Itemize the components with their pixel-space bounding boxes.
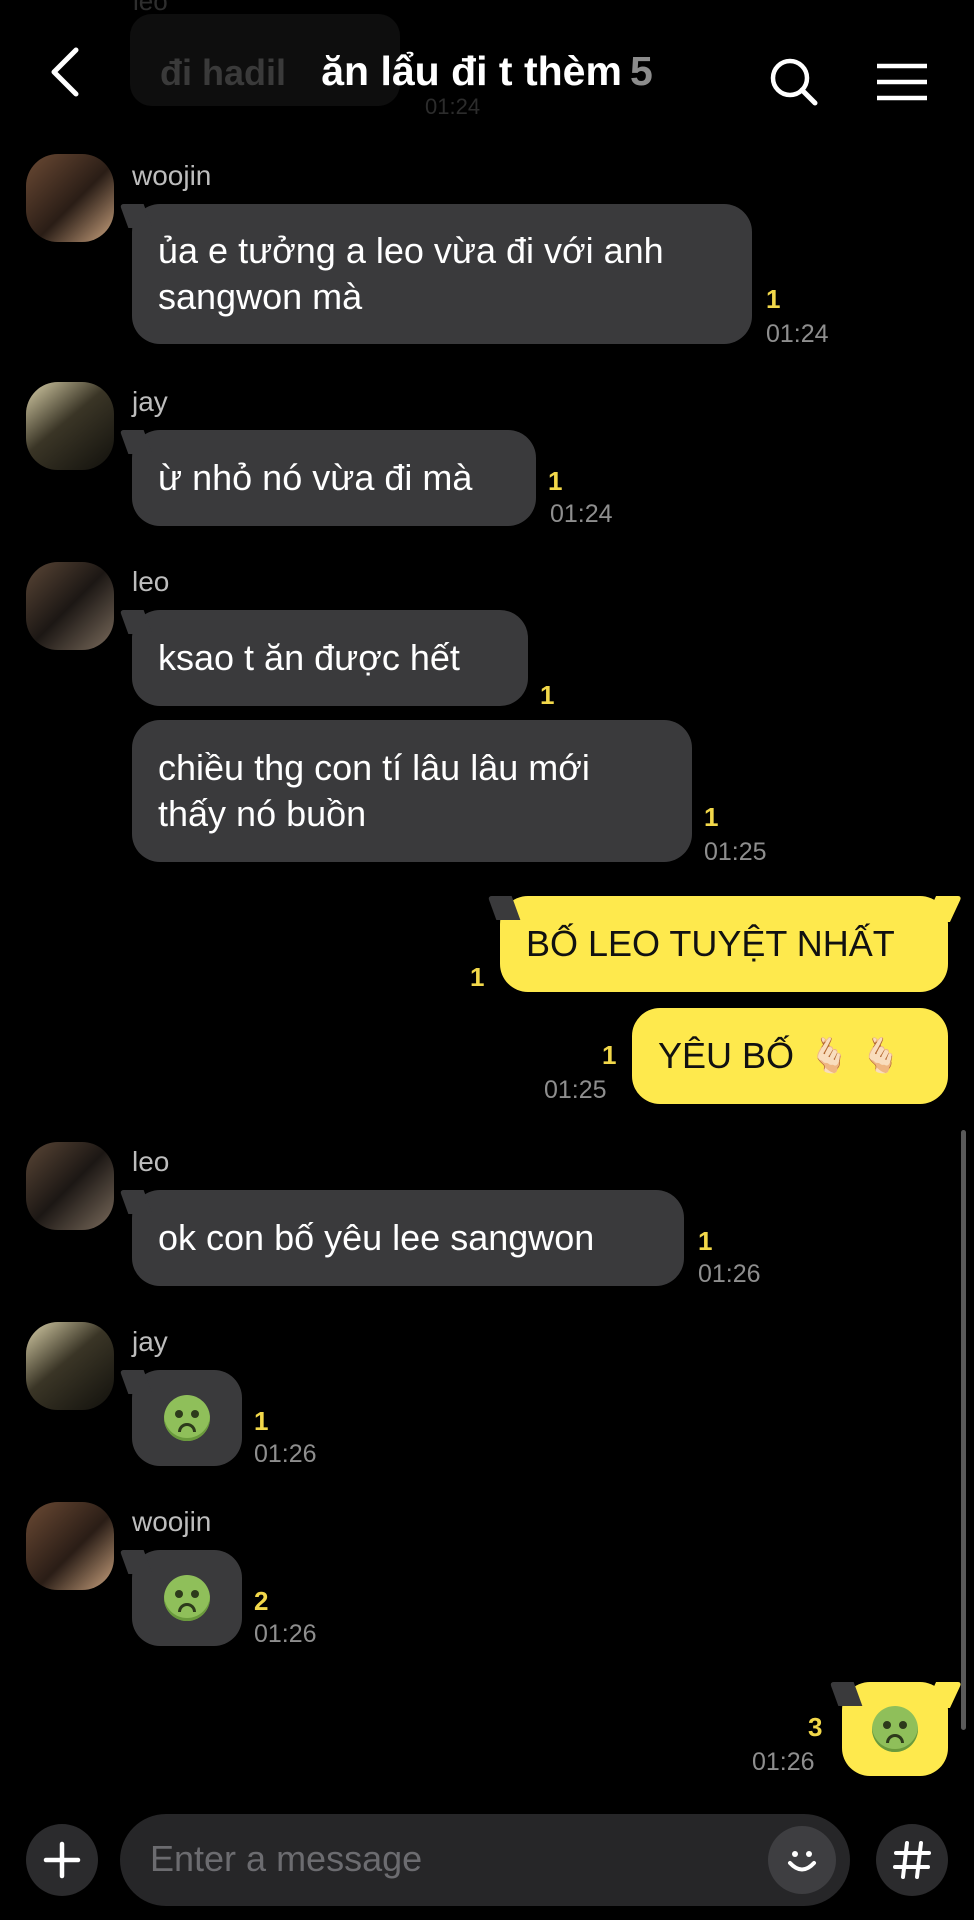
unread-count: 2 bbox=[254, 1586, 269, 1616]
attach-button[interactable] bbox=[26, 1824, 98, 1896]
my-message-bubble[interactable]: BỐ LEO TUYỆT NHẤT bbox=[500, 896, 948, 992]
unread-count: 1 bbox=[602, 1040, 617, 1070]
unread-count: 3 bbox=[808, 1712, 823, 1742]
unread-count: 1 bbox=[704, 802, 719, 832]
message-text: ừ nhỏ nó vừa đi mà bbox=[158, 457, 473, 498]
unread-count: 1 bbox=[766, 284, 781, 314]
my-message-bubble[interactable] bbox=[842, 1682, 948, 1776]
avatar-leo[interactable] bbox=[26, 562, 114, 650]
message-time: 01:26 bbox=[254, 1620, 317, 1648]
message-text-line: chiều thg con tí lâu lâu mới bbox=[158, 747, 590, 788]
message-time: 01:24 bbox=[550, 500, 613, 528]
message-text-line: sangwon mà bbox=[158, 276, 363, 317]
sender-name: jay bbox=[132, 1326, 168, 1357]
smiley-icon bbox=[788, 1851, 816, 1872]
sender-name: leo bbox=[132, 566, 170, 597]
message-time: 01:26 bbox=[254, 1440, 317, 1468]
message-time: 01:25 bbox=[544, 1076, 607, 1104]
scrollbar[interactable] bbox=[961, 1130, 966, 1730]
pinching-hand-emoji: 🫰🏻 🫰🏻 bbox=[808, 1037, 903, 1075]
message-bubble[interactable]: ừ nhỏ nó vừa đi mà bbox=[132, 430, 536, 526]
message-text: ksao t ăn được hết bbox=[158, 637, 460, 678]
avatar-woojin[interactable] bbox=[26, 154, 114, 242]
unread-count: 1 bbox=[540, 680, 555, 710]
message-text: ok con bố yêu lee sangwon bbox=[158, 1217, 595, 1258]
message-time: 01:25 bbox=[704, 838, 767, 866]
unread-count: 1 bbox=[548, 466, 563, 496]
unread-count: 1 bbox=[254, 1406, 269, 1436]
message-bubble[interactable] bbox=[132, 1550, 242, 1646]
nauseated-face-emoji bbox=[872, 1706, 918, 1752]
nauseated-face-emoji bbox=[164, 1395, 210, 1441]
sender-name: jay bbox=[132, 386, 168, 417]
message-text: BỐ LEO TUYỆT NHẤT bbox=[526, 923, 895, 964]
message-bubble[interactable]: ksao t ăn được hết bbox=[132, 610, 528, 706]
my-message-bubble[interactable]: YÊU BỐ 🫰🏻 🫰🏻 bbox=[632, 1008, 948, 1104]
hashtag-icon bbox=[893, 1841, 931, 1879]
message-input[interactable]: Enter a message bbox=[120, 1814, 850, 1906]
previous-message-time: 01:24 bbox=[425, 94, 481, 119]
message-time: 01:26 bbox=[698, 1260, 761, 1288]
message-time: 01:26 bbox=[752, 1748, 815, 1776]
search-button[interactable] bbox=[764, 52, 824, 112]
unread-count: 1 bbox=[470, 962, 485, 992]
plus-icon bbox=[43, 1841, 81, 1879]
message-bubble[interactable]: ok con bố yêu lee sangwon bbox=[132, 1190, 684, 1286]
message-text-line: thấy nó buồn bbox=[158, 793, 367, 834]
message-input-placeholder: Enter a message bbox=[150, 1838, 423, 1879]
member-count: 5 bbox=[629, 48, 653, 94]
sender-name: woojin bbox=[132, 160, 212, 191]
chat-title: ăn lẩu đi t thèm 5 bbox=[0, 48, 974, 95]
previous-message-sender: leo bbox=[133, 0, 168, 16]
message-time: 01:24 bbox=[766, 320, 829, 348]
message-text: YÊU BỐ bbox=[658, 1035, 795, 1076]
sender-name: woojin bbox=[132, 1506, 212, 1537]
menu-button[interactable] bbox=[872, 54, 932, 110]
emoji-button[interactable] bbox=[768, 1826, 836, 1894]
message-bubble[interactable] bbox=[132, 1370, 242, 1466]
avatar-jay[interactable] bbox=[26, 1322, 114, 1410]
message-text-line: ủa e tưởng a leo vừa đi với anh bbox=[158, 230, 664, 271]
chat-room-name: ăn lẩu đi t thèm bbox=[321, 48, 622, 94]
avatar-woojin[interactable] bbox=[26, 1502, 114, 1590]
hashtag-button[interactable] bbox=[876, 1824, 948, 1896]
unread-count: 1 bbox=[698, 1226, 713, 1256]
avatar-leo[interactable] bbox=[26, 1142, 114, 1230]
message-bubble[interactable]: ủa e tưởng a leo vừa đi với anh sangwon … bbox=[132, 204, 752, 344]
message-bubble[interactable]: chiều thg con tí lâu lâu mới thấy nó buồ… bbox=[132, 720, 692, 862]
hamburger-menu-icon bbox=[877, 63, 927, 101]
nauseated-face-emoji bbox=[164, 1575, 210, 1621]
avatar-jay[interactable] bbox=[26, 382, 114, 470]
search-icon bbox=[770, 58, 818, 106]
sender-name: leo bbox=[132, 1146, 170, 1177]
